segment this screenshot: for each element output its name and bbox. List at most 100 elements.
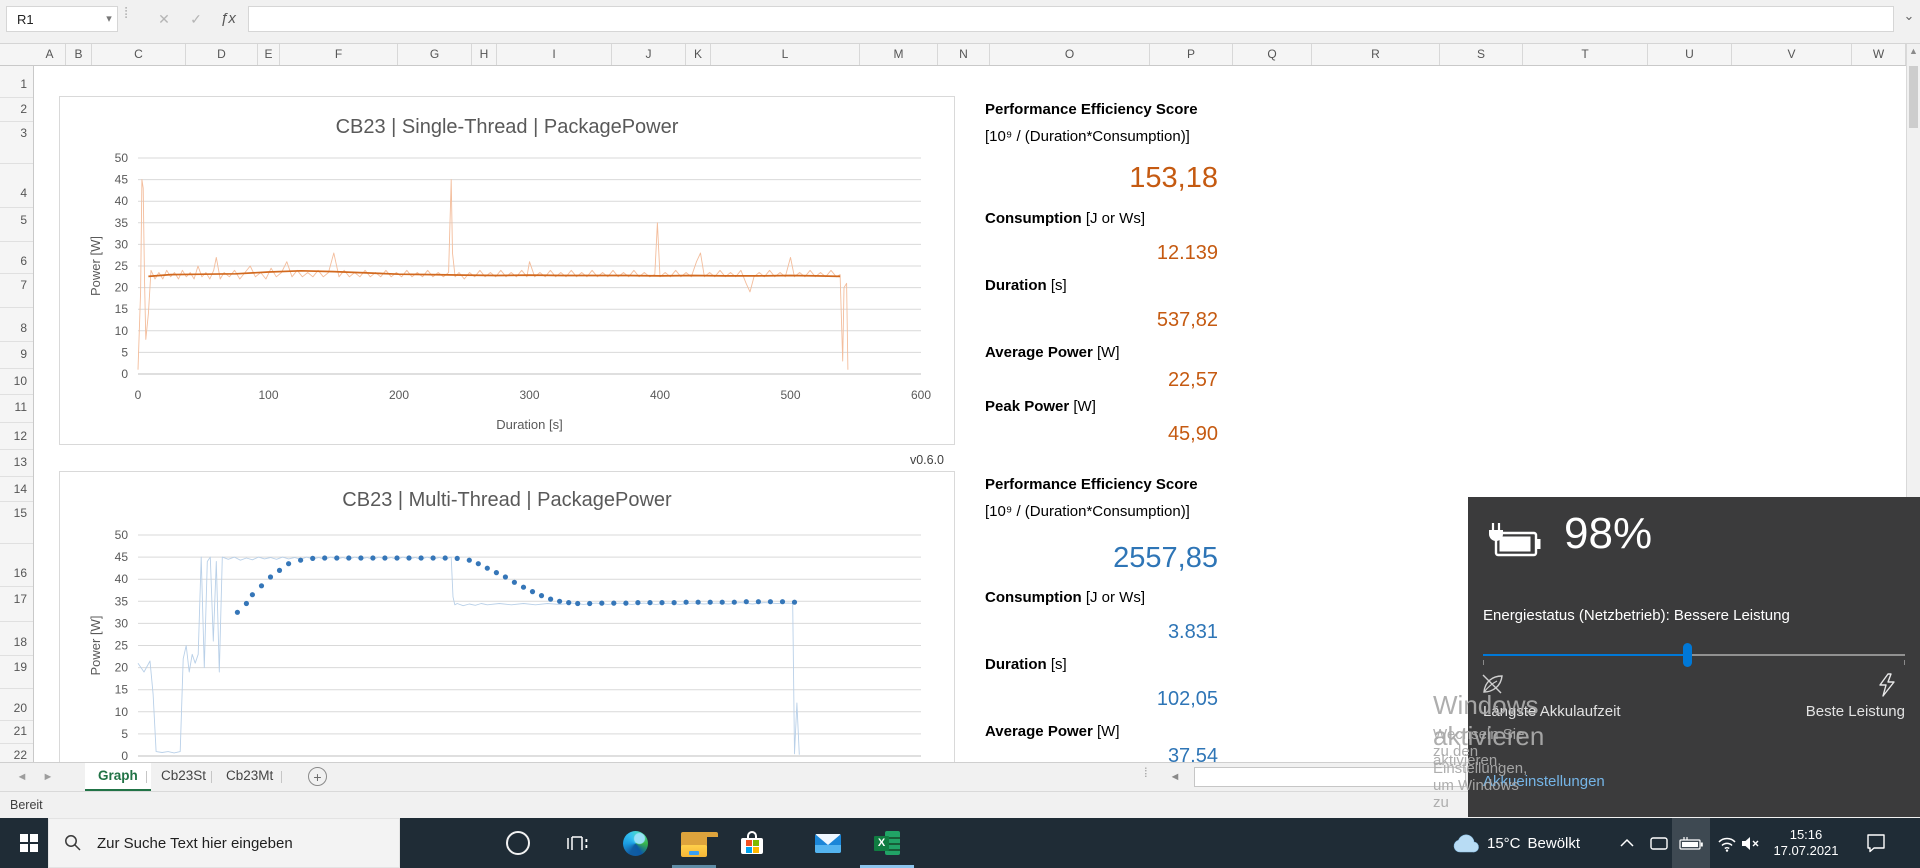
weather-widget[interactable]: 15°C Bewölkt [1452, 818, 1580, 868]
task-view-button[interactable] [564, 830, 590, 856]
row-header-16[interactable]: 16 [0, 564, 27, 582]
column-header-Q[interactable]: Q [1233, 44, 1312, 65]
svg-text:CB23 | Multi-Thread | PackageP: CB23 | Multi-Thread | PackagePower [342, 489, 672, 511]
row-header-18[interactable]: 18 [0, 633, 27, 651]
start-button[interactable] [10, 818, 48, 868]
row-header-1[interactable]: 1 [0, 75, 27, 93]
task-view-icon [567, 836, 588, 850]
row-header-10[interactable]: 10 [0, 372, 27, 390]
column-header-N[interactable]: N [938, 44, 990, 65]
row-header-17[interactable]: 17 [0, 590, 27, 608]
row-header-14[interactable]: 14 [0, 480, 27, 498]
row-header-4[interactable]: 4 [0, 184, 27, 202]
vertical-scrollbar-thumb[interactable] [1909, 66, 1918, 128]
row-divider [0, 449, 33, 450]
power-slider-track[interactable] [1688, 654, 1905, 656]
mail-button[interactable] [815, 830, 841, 856]
column-header-F[interactable]: F [280, 44, 398, 65]
column-header-L[interactable]: L [711, 44, 860, 65]
tray-battery-button[interactable] [1672, 818, 1710, 868]
search-icon [65, 835, 81, 851]
row-header-12[interactable]: 12 [0, 427, 27, 445]
column-header-R[interactable]: R [1312, 44, 1440, 65]
collapse-formula-bar-icon[interactable]: ⌄ [1900, 8, 1918, 34]
row-header-7[interactable]: 7 [0, 276, 27, 294]
row-header-8[interactable]: 8 [0, 319, 27, 337]
column-header-W[interactable]: W [1852, 44, 1906, 65]
row-header-15[interactable]: 15 [0, 504, 27, 522]
hscroll-grip-icon[interactable]: ⁞ [1144, 766, 1148, 779]
hscroll-left-icon[interactable]: ◄ [1164, 763, 1186, 791]
store-button[interactable] [739, 830, 765, 856]
row-header-5[interactable]: 5 [0, 211, 27, 229]
duration-label-multi: Duration [s] [985, 656, 1067, 673]
row-header-19[interactable]: 19 [0, 658, 27, 676]
edge-button[interactable] [622, 830, 648, 856]
column-header-O[interactable]: O [990, 44, 1150, 65]
taskbar-search[interactable] [48, 818, 400, 868]
column-header-V[interactable]: V [1732, 44, 1852, 65]
row-header-13[interactable]: 13 [0, 453, 27, 471]
battery-settings-link[interactable]: Akkueinstellungen [1483, 773, 1605, 790]
row-header-3[interactable]: 3 [0, 124, 27, 142]
cancel-icon[interactable]: ✕ [150, 6, 178, 32]
sheet-tab-graph[interactable]: Graph [85, 763, 151, 791]
clock-date: 17.07.2021 [1773, 843, 1839, 858]
name-box-dropdown-icon[interactable]: ▾ [100, 6, 118, 32]
tab-nav-left-icon[interactable]: ◄ [10, 763, 34, 791]
row-header-6[interactable]: 6 [0, 252, 27, 270]
horizontal-scrollbar-thumb[interactable] [1194, 767, 1466, 787]
sheet-tab-cb23mt[interactable]: Cb23Mt [213, 763, 286, 789]
column-header-C[interactable]: C [92, 44, 186, 65]
chart-single-thread[interactable]: 0 5 10 15 20 25 30 35 40 45 50 0 100 200 300 400 500 600 D… [59, 96, 955, 445]
clock[interactable]: 15:16 17.07.2021 [1762, 827, 1850, 859]
store-icon [740, 831, 764, 855]
tray-wifi-button[interactable] [1716, 834, 1738, 852]
column-header-T[interactable]: T [1523, 44, 1648, 65]
column-header-E[interactable]: E [258, 44, 280, 65]
search-input[interactable] [95, 833, 379, 853]
tab-nav-right-icon[interactable]: ► [36, 763, 60, 791]
column-header-I[interactable]: I [497, 44, 612, 65]
sheet-tab-cb23st[interactable]: Cb23St [148, 763, 219, 789]
row-header-21[interactable]: 21 [0, 722, 27, 740]
row-header-20[interactable]: 20 [0, 699, 27, 717]
column-header-M[interactable]: M [860, 44, 938, 65]
new-sheet-icon[interactable]: + [308, 767, 327, 786]
tray-tablet-button[interactable] [1648, 835, 1670, 851]
scroll-up-icon[interactable]: ▲ [1907, 46, 1920, 56]
row-header-2[interactable]: 2 [0, 100, 27, 118]
row-headers: 1 2 3 4 5 6 7 8 9 10 11 12 13 14 15 16 17 18 19 20 21 22 [0, 66, 34, 762]
version-label: v0.6.0 [909, 453, 944, 467]
excel-button[interactable]: X [874, 830, 900, 856]
cortana-button[interactable] [505, 830, 531, 856]
svg-text:500: 500 [780, 388, 800, 402]
tray-chevron-button[interactable] [1618, 836, 1636, 850]
column-header-B[interactable]: B [66, 44, 92, 65]
tray-volume-button[interactable] [1740, 834, 1762, 852]
row-header-22[interactable]: 22 [0, 746, 27, 764]
column-header-K[interactable]: K [686, 44, 711, 65]
column-header-P[interactable]: P [1150, 44, 1233, 65]
column-header-A[interactable]: A [34, 44, 66, 65]
column-header-J[interactable]: J [612, 44, 686, 65]
column-header-G[interactable]: G [398, 44, 472, 65]
column-header-U[interactable]: U [1648, 44, 1732, 65]
enter-icon[interactable]: ✓ [182, 6, 210, 32]
power-slider-thumb[interactable] [1683, 643, 1692, 667]
action-center-button[interactable] [1864, 833, 1888, 853]
row-header-11[interactable]: 11 [0, 398, 27, 416]
svg-text:Duration [s]: Duration [s] [496, 417, 562, 432]
row-header-9[interactable]: 9 [0, 345, 27, 363]
chart-multi-thread[interactable]: 0 5 10 15 20 25 30 35 40 45 50 CB23 | Multi-Thread … [59, 471, 955, 762]
column-headers: ABCDEFGHIJKLMNOPQRSTUVW [0, 44, 1906, 66]
column-header-H[interactable]: H [472, 44, 497, 65]
svg-text:15: 15 [115, 302, 129, 316]
svg-text:50: 50 [115, 151, 129, 165]
file-explorer-button[interactable] [681, 832, 718, 858]
column-header-D[interactable]: D [186, 44, 258, 65]
insert-function-icon[interactable]: ƒx [214, 6, 242, 32]
column-header-S[interactable]: S [1440, 44, 1523, 65]
consumption-value-multi: 3.831 [1167, 621, 1218, 643]
formula-bar-input[interactable] [248, 6, 1894, 32]
